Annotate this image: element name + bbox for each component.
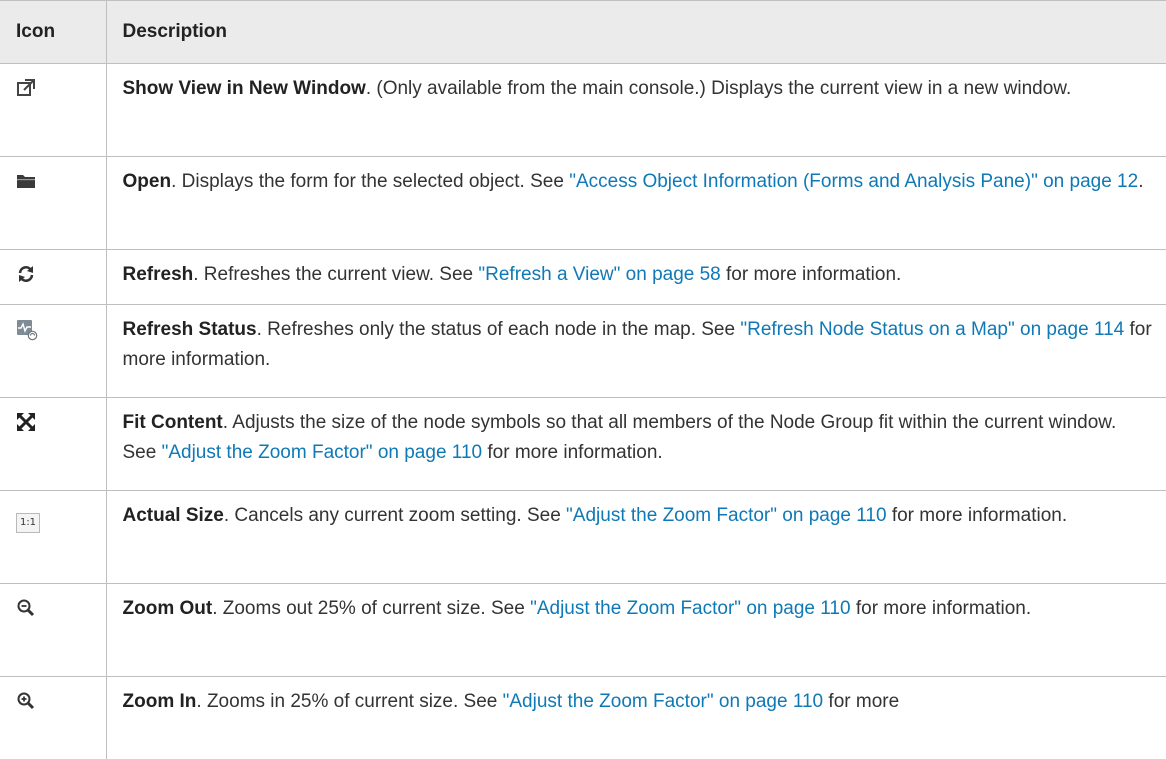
icon-reference-table: Icon Description Show View in New Window… (0, 0, 1166, 759)
folder-open-icon (16, 171, 38, 193)
new-window-icon (16, 78, 38, 100)
icon-cell (0, 584, 106, 677)
description-cell: Refresh Status. Refreshes only the statu… (106, 305, 1166, 398)
description-cell: Show View in New Window. (Only available… (106, 64, 1166, 157)
table-row: 1:1 Actual Size. Cancels any current zoo… (0, 491, 1166, 584)
description-cell: Zoom Out. Zooms out 25% of current size.… (106, 584, 1166, 677)
row-text-after: . (1138, 171, 1143, 192)
icon-cell (0, 677, 106, 759)
cross-reference-link[interactable]: "Refresh a View" on page 58 (478, 264, 720, 285)
row-title: Zoom Out (123, 598, 213, 619)
row-text-after: for more information. (887, 505, 1068, 526)
fit-content-icon (16, 412, 38, 434)
row-text: . Displays the form for the selected obj… (171, 171, 569, 192)
row-text: . Refreshes the current view. See (193, 264, 478, 285)
description-cell: Actual Size. Cancels any current zoom se… (106, 491, 1166, 584)
description-cell: Zoom In. Zooms in 25% of current size. S… (106, 677, 1166, 759)
table-row: Show View in New Window. (Only available… (0, 64, 1166, 157)
actual-size-icon: 1:1 (16, 513, 40, 533)
icon-cell (0, 398, 106, 491)
cross-reference-link[interactable]: "Adjust the Zoom Factor" on page 110 (530, 598, 851, 619)
refresh-status-icon (16, 319, 38, 341)
description-column-header: Description (106, 1, 1166, 64)
cross-reference-link[interactable]: "Adjust the Zoom Factor" on page 110 (162, 442, 483, 463)
table-row: Fit Content. Adjusts the size of the nod… (0, 398, 1166, 491)
cross-reference-link[interactable]: "Adjust the Zoom Factor" on page 110 (566, 505, 887, 526)
row-title: Show View in New Window (123, 78, 366, 99)
row-text-after: for more information. (721, 264, 902, 285)
row-text: . (Only available from the main console.… (366, 78, 1071, 99)
row-title: Fit Content (123, 412, 223, 433)
cross-reference-link[interactable]: "Access Object Information (Forms and An… (569, 171, 1138, 192)
row-text: . Cancels any current zoom setting. See (224, 505, 566, 526)
row-title: Actual Size (123, 505, 224, 526)
icon-cell (0, 64, 106, 157)
cross-reference-link[interactable]: "Adjust the Zoom Factor" on page 110 (503, 691, 824, 712)
icon-cell (0, 250, 106, 305)
icon-cell: 1:1 (0, 491, 106, 584)
icon-cell (0, 157, 106, 250)
table-row: Open. Displays the form for the selected… (0, 157, 1166, 250)
row-text: . Refreshes only the status of each node… (257, 319, 741, 340)
row-text-after: for more information. (482, 442, 663, 463)
row-text-after: for more information. (851, 598, 1032, 619)
table-row: Zoom In. Zooms in 25% of current size. S… (0, 677, 1166, 759)
actual-size-icon-label: 1:1 (20, 517, 36, 528)
table-row: Refresh. Refreshes the current view. See… (0, 250, 1166, 305)
row-title: Refresh (123, 264, 194, 285)
table-row: Zoom Out. Zooms out 25% of current size.… (0, 584, 1166, 677)
description-cell: Refresh. Refreshes the current view. See… (106, 250, 1166, 305)
row-text-after: for more (823, 691, 899, 712)
zoom-out-icon (16, 598, 38, 620)
refresh-icon (16, 264, 38, 286)
header-row: Icon Description (0, 1, 1166, 64)
description-cell: Fit Content. Adjusts the size of the nod… (106, 398, 1166, 491)
table-row: Refresh Status. Refreshes only the statu… (0, 305, 1166, 398)
row-title: Open (123, 171, 172, 192)
cross-reference-link[interactable]: "Refresh Node Status on a Map" on page 1… (740, 319, 1124, 340)
description-cell: Open. Displays the form for the selected… (106, 157, 1166, 250)
zoom-in-icon (16, 691, 38, 713)
row-title: Refresh Status (123, 319, 257, 340)
row-title: Zoom In (123, 691, 197, 712)
icon-cell (0, 305, 106, 398)
row-text: . Zooms in 25% of current size. See (196, 691, 502, 712)
icon-column-header: Icon (0, 1, 106, 64)
row-text: . Zooms out 25% of current size. See (212, 598, 530, 619)
